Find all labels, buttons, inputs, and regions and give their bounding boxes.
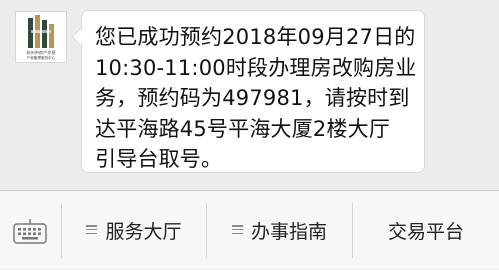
keyboard-toggle-button[interactable]	[0, 191, 61, 270]
message-line: 引导台取号。	[95, 147, 223, 171]
avatar-text-line1: 杭州市房产交易	[26, 49, 55, 56]
menu-bar: 服务大厅 办事指南 交易平台	[0, 190, 499, 269]
message-line: 达平海路45号平海大厦2楼大厅	[95, 116, 391, 141]
message-text: 您已成功预约2018年09月27日的 10:30-11:00时段办理房改购房业 …	[95, 22, 421, 175]
message-line: 10:30-11:00时段办理房改购房业	[95, 55, 417, 80]
menu-item-trading-platform[interactable]: 交易平台	[353, 191, 499, 270]
menu-item-label: 交易平台	[387, 221, 464, 243]
menu-item-service-hall[interactable]: 服务大厅	[62, 191, 206, 270]
avatar[interactable]: 杭州市房产交易 产权管理服务中心	[15, 11, 67, 63]
message-line: 您已成功预约2018年09月27日的	[95, 25, 416, 49]
menu-lines-icon	[231, 225, 243, 235]
menu-item-label: 服务大厅	[105, 221, 182, 243]
chat-area: 杭州市房产交易 产权管理服务中心 您已成功预约2018年09月27日的 10:3…	[0, 0, 499, 189]
menu-item-label: 办事指南	[250, 221, 327, 243]
menu-item-guide[interactable]: 办事指南	[207, 191, 352, 270]
menu-lines-icon	[86, 225, 98, 235]
building-logo-icon: 杭州市房产交易 产权管理服务中心	[26, 15, 56, 60]
message-line: 务，预约码为497981，请按时到	[95, 86, 410, 110]
keyboard-icon	[13, 219, 47, 244]
avatar-text-line2: 产权管理服务中心	[27, 55, 56, 60]
